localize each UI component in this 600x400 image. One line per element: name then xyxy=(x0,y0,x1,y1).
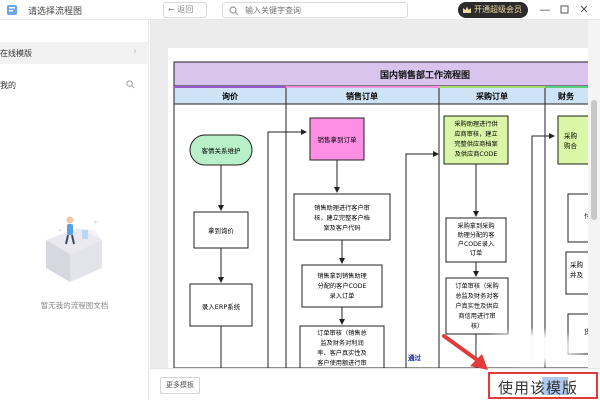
window-title: 请选择流程图 xyxy=(28,7,83,17)
flow-node-label: 录入订单 xyxy=(330,292,355,300)
flow-node-label: 拿到询价 xyxy=(208,226,235,235)
vertical-scrollbar[interactable] xyxy=(588,20,600,368)
title-bar: 请选择流程图 ← 返回 开通超级会员 — ✕ xyxy=(0,0,600,20)
flow-node-label: 订单审核（销售总 xyxy=(317,329,367,337)
sidebar-item-online-templates[interactable]: 在线模版 › xyxy=(0,42,149,64)
flow-node-label: 助理分配的客 xyxy=(457,231,494,239)
flow-node-label: 并及 xyxy=(570,270,584,279)
flowchart-preview[interactable]: 国内销售部工作流程图 询价 销售订单 采购订单 财务 客情关系维护 拿到询价 录… xyxy=(150,20,600,368)
search-icon xyxy=(229,6,239,16)
flow-node-label: 订单审核（采购 xyxy=(455,282,498,290)
flow-node-label: 录入ERP系统 xyxy=(202,302,241,311)
close-icon: ✕ xyxy=(579,3,589,16)
maximize-icon xyxy=(560,5,568,14)
flow-node-label: 监及财务对利润 xyxy=(320,339,363,347)
lane-header-purchase-order: 采购订单 xyxy=(475,91,508,101)
flow-node-label: 采购助理进行供 xyxy=(454,120,497,128)
flow-node-label: 完整供应商档案 xyxy=(454,140,498,148)
flowchart-app-icon xyxy=(7,5,17,15)
lane-header-finance: 财务 xyxy=(557,91,575,101)
minimize-icon: — xyxy=(539,3,551,16)
flow-node-label: 及供应商CODE xyxy=(455,150,498,158)
vip-badge-button[interactable]: 开通超级会员 xyxy=(458,2,528,18)
template-sidebar: 在线模版 › 我的 + + 暂无我的流程图文档 xyxy=(0,20,149,400)
crown-icon xyxy=(463,6,471,13)
vip-label: 开通超级会员 xyxy=(474,5,522,14)
flow-node-label: 应商审核，建立 xyxy=(454,130,497,138)
flow-node-label: 户CODE录入 xyxy=(458,240,494,248)
flow-node-label: 商信用进行审 xyxy=(458,312,495,320)
flow-node-label: 核，建立完整客户档 xyxy=(314,214,370,222)
flow-node-label: 户真实性及供应 xyxy=(455,302,498,310)
maximize-button[interactable] xyxy=(555,2,573,18)
back-button[interactable]: ← 返回 xyxy=(163,2,207,18)
more-templates-button[interactable]: 更多模板 xyxy=(160,377,200,394)
red-pointer-arrow-icon xyxy=(442,334,488,370)
flow-node-label: 购合 xyxy=(564,141,578,150)
flow-node-label: 销售拿到销售助理 xyxy=(317,272,367,280)
flow-node-label: 销售助理进行客户审 xyxy=(314,204,370,212)
flow-node-label: 采购拿到采购 xyxy=(457,222,494,230)
back-arrow-icon: ← xyxy=(168,5,175,14)
flow-node-label: 订单 xyxy=(470,249,482,257)
flow-node-label: 客情关系维护 xyxy=(202,146,241,155)
chevron-right-icon: › xyxy=(133,46,137,57)
search-icon[interactable] xyxy=(126,80,135,89)
app-window: 请选择流程图 ← 返回 开通超级会员 — ✕ 在线模版 › xyxy=(0,0,600,400)
flow-node-label: 案及客户代码 xyxy=(323,224,360,232)
sidebar-item-label: 在线模版 xyxy=(0,49,32,58)
lane-header-inquiry: 询价 xyxy=(222,91,239,101)
flow-node-label: 分配的客户CODE xyxy=(318,282,367,290)
flow-node-label: 率、客户真实性及 xyxy=(317,349,367,357)
svg-text:+: + xyxy=(58,228,62,234)
svg-text:+: + xyxy=(93,219,98,226)
search-box[interactable] xyxy=(222,2,408,18)
sidebar-item-mine[interactable]: 我的 xyxy=(0,78,149,94)
flow-node-label: 总监及财务对客 xyxy=(455,292,498,300)
flow-node-label: 销售拿到订单 xyxy=(318,135,358,144)
search-input[interactable] xyxy=(245,4,405,16)
flow-label-pass: 通过 xyxy=(408,353,422,362)
use-template-button[interactable]: 使用该模版 xyxy=(488,372,598,399)
back-label: 返回 xyxy=(177,5,194,14)
close-button[interactable]: ✕ xyxy=(575,2,593,18)
flow-node-label: 采购 xyxy=(570,260,584,269)
empty-state-text: 暂无我的流程图文档 xyxy=(40,301,109,310)
use-template-label: 使用该模版 xyxy=(498,379,579,397)
flow-node-label: 客户使用额进行审 xyxy=(317,359,367,367)
bottom-action-bar: 更多模板 使用该模版 xyxy=(150,368,600,400)
sidebar-item-label: 我的 xyxy=(0,81,16,90)
scrollbar-thumb[interactable] xyxy=(591,100,597,220)
lane-header-sales-order: 销售订单 xyxy=(346,91,378,101)
diagram-title: 国内销售部工作流程图 xyxy=(380,69,470,81)
empty-folder-illustration-icon: + + xyxy=(46,216,102,282)
minimize-button[interactable]: — xyxy=(536,2,554,18)
flow-node-label: 采购 xyxy=(564,131,578,140)
